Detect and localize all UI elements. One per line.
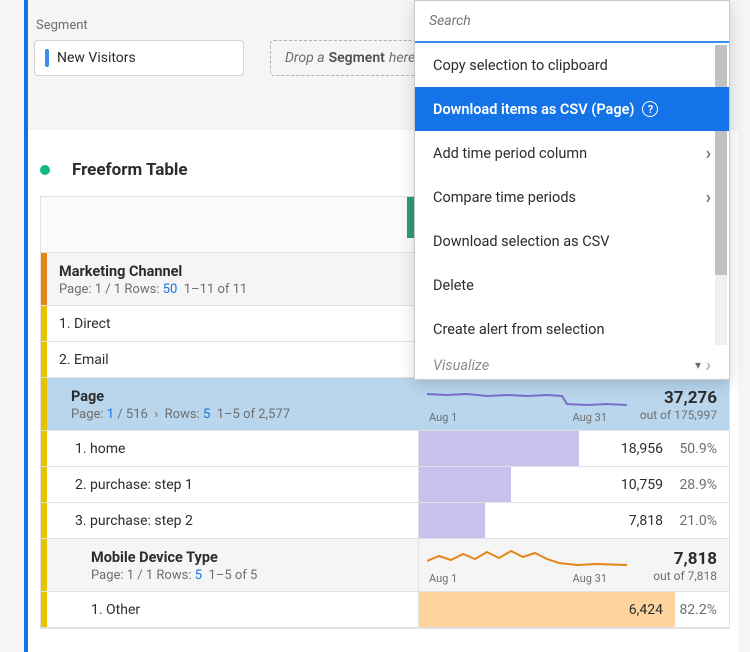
segment-dropzone[interactable]: Drop a Segment here [270, 40, 430, 76]
panel-indicator-dot[interactable] [40, 165, 50, 175]
pagination-range: 1–11 of 11 [184, 282, 247, 297]
row-index: 3. [75, 513, 87, 529]
context-menu-search-input[interactable] [415, 1, 729, 43]
breakdown-title: Page [71, 388, 407, 405]
chevron-right-icon: › [706, 143, 711, 164]
pagination-prefix: Page: [71, 407, 104, 422]
dropzone-text-suffix: here [389, 50, 415, 66]
ctx-item-label: Visualize [433, 357, 489, 374]
ctx-item-label: Delete [433, 277, 474, 294]
table-row[interactable]: 2. purchase: step 1 10,759 28.9% [41, 467, 729, 503]
ctx-item-compare-time-periods[interactable]: Compare time periods › [415, 175, 729, 219]
breakdown-title: Mobile Device Type [91, 549, 406, 566]
metric-value: 6,424 [629, 602, 663, 618]
metric-value: 18,956 [621, 441, 663, 457]
ctx-item-create-alert[interactable]: Create alert from selection [415, 307, 729, 351]
metric-percent: 50.9% [673, 441, 717, 457]
pagination-meta-prefix: Page: 1 / 1 Rows: [59, 282, 159, 297]
spark-end-label: Aug 31 [573, 411, 607, 424]
spark-start-label: Aug 1 [429, 411, 457, 424]
context-menu: Copy selection to clipboard Download ite… [414, 0, 730, 380]
ctx-item-label: Compare time periods [433, 189, 576, 206]
ctx-item-label: Copy selection to clipboard [433, 57, 608, 74]
metric-percent: 28.9% [673, 477, 717, 493]
pagination-range: 1–5 of 5 [208, 568, 257, 583]
row-index: 2. [59, 352, 71, 368]
segment-color-swatch [45, 49, 49, 67]
metric-percent: 82.2% [673, 602, 717, 618]
ctx-item-label: Add time period column [433, 145, 587, 162]
row-index: 2. [75, 477, 87, 493]
row-index: 1. [59, 316, 71, 332]
context-menu-list: Copy selection to clipboard Download ite… [415, 43, 729, 379]
dropdown-caret-icon[interactable] [695, 357, 711, 371]
segment-pill-new-visitors[interactable]: New Visitors [34, 40, 244, 76]
segment-section-label: Segment [36, 18, 88, 33]
rows-word: Rows: [165, 407, 200, 422]
ctx-item-visualize[interactable]: Visualize› [415, 351, 729, 379]
ctx-item-label: Download items as CSV (Page) [433, 101, 634, 118]
metric-bar [419, 467, 511, 502]
breakdown-header-mobile-device-type[interactable]: Mobile Device Type Page: 1 / 1 Rows: 5 1… [41, 539, 729, 592]
sparkline-page [427, 386, 627, 412]
table-row[interactable]: 3. purchase: step 2 7,818 21.0% [41, 503, 729, 539]
metric-bar [419, 431, 579, 466]
table-row[interactable]: 1. home 18,956 50.9% [41, 431, 729, 467]
row-label: home [90, 441, 125, 457]
table-row[interactable]: 1. Other 6,424 82.2% [41, 592, 729, 628]
row-label: Direct [74, 316, 111, 332]
row-label: purchase: step 2 [90, 513, 193, 529]
sparkline-mobile [427, 547, 627, 573]
ctx-item-add-time-period[interactable]: Add time period column › [415, 131, 729, 175]
metric-value: 7,818 [629, 513, 663, 529]
rows-per-page-link[interactable]: 5 [195, 568, 202, 583]
ctx-item-download-items-csv[interactable]: Download items as CSV (Page)? [415, 87, 729, 131]
row-index: 1. [91, 602, 103, 618]
spark-end-label: Aug 31 [573, 572, 607, 585]
ctx-item-delete[interactable]: Delete [415, 263, 729, 307]
dropzone-text-prefix: Drop a [285, 50, 325, 66]
dropzone-text-bold: Segment [329, 50, 385, 66]
ctx-item-label: Create alert from selection [433, 321, 604, 338]
ctx-item-copy-selection[interactable]: Copy selection to clipboard [415, 43, 729, 87]
rows-per-page-link[interactable]: 50 [163, 282, 178, 297]
row-index: 1. [75, 441, 87, 457]
panel-title[interactable]: Freeform Table [72, 160, 188, 180]
chevron-right-icon: › [706, 187, 711, 208]
metric-value: 10,759 [621, 477, 663, 493]
metric-bar [419, 503, 485, 538]
breakdown-header-page[interactable]: Page Page: 1 / 516 › Rows: 5 1–5 of 2,57… [41, 378, 729, 431]
ctx-item-download-selection-csv[interactable]: Download selection as CSV [415, 219, 729, 263]
row-label: Other [106, 602, 140, 618]
row-label: Email [74, 352, 109, 368]
page-total: / 516 [117, 407, 148, 422]
metric-percent: 21.0% [673, 513, 717, 529]
segment-pill-label: New Visitors [57, 50, 136, 66]
ctx-item-label: Download selection as CSV [433, 233, 610, 250]
page-number-link[interactable]: 1 [107, 407, 114, 422]
help-icon[interactable]: ? [642, 101, 658, 117]
rows-per-page-link[interactable]: 5 [203, 407, 210, 422]
spark-start-label: Aug 1 [429, 572, 457, 585]
row-label: purchase: step 1 [90, 477, 193, 493]
pagination-range: 1–5 of 2,577 [217, 407, 290, 422]
pagination-meta-prefix: Page: 1 / 1 Rows: [91, 568, 191, 583]
